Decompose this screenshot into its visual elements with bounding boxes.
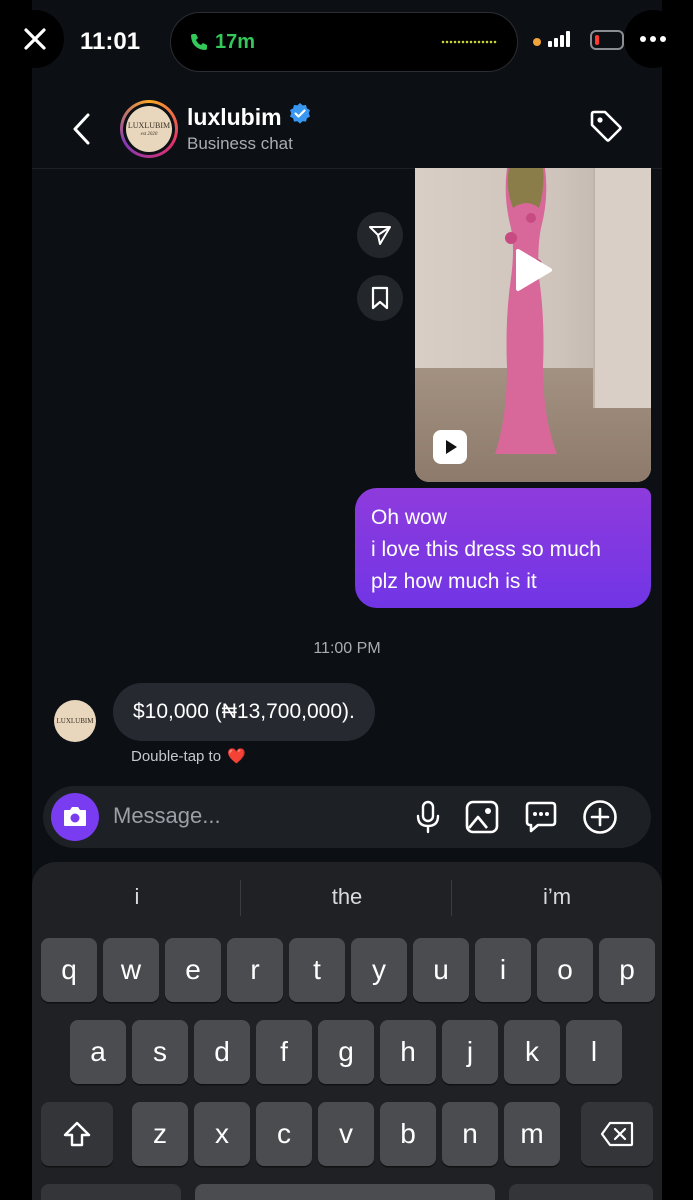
return-key[interactable] [509,1184,653,1200]
username[interactable]: luxlubim [187,102,312,132]
message-line: Oh wow [371,506,447,529]
key[interactable]: n [442,1102,498,1166]
backspace-key[interactable] [581,1102,653,1166]
dynamic-island[interactable]: 17m [170,12,518,72]
message-line: plz how much is it [371,570,537,593]
key[interactable]: g [318,1020,374,1084]
chat-type-label: Business chat [187,134,293,153]
chat-header: LUXLUBIM est 2020 luxlubim Business chat [32,78,662,169]
key[interactable]: e [165,938,221,1002]
key[interactable]: b [380,1102,436,1166]
key[interactable]: m [504,1102,560,1166]
battery-icon [590,30,624,50]
add-button[interactable] [581,798,619,836]
key[interactable]: c [256,1102,312,1166]
key[interactable]: r [227,938,283,1002]
signal-icon [548,31,570,47]
camera-button[interactable] [51,793,99,841]
suggestion[interactable]: the [242,884,452,910]
phone-icon [191,34,207,50]
share-button[interactable] [357,212,403,258]
keyboard: i the i’m q w e r t y u i o p a s d f g … [32,862,662,1200]
camera-icon [64,807,86,826]
message-composer [43,786,651,848]
key[interactable]: t [289,938,345,1002]
suggestion[interactable]: i [32,884,242,910]
sticker-button[interactable] [522,798,560,836]
microphone-button[interactable] [409,798,447,836]
more-icon [640,36,666,42]
key[interactable]: j [442,1020,498,1084]
key[interactable]: v [318,1102,374,1166]
key[interactable]: a [70,1020,126,1084]
avatar[interactable]: LUXLUBIM est 2020 [120,100,178,158]
status-time: 11:01 [80,28,141,55]
play-icon[interactable] [513,248,553,292]
call-duration: 17m [215,30,256,53]
message-text: $10,000 (₦13,700,000). [133,700,355,723]
message-timestamp: 11:00 PM [313,640,381,657]
key[interactable]: w [103,938,159,1002]
dress-image [495,168,557,454]
tag-icon[interactable] [588,108,624,144]
key[interactable]: k [504,1020,560,1084]
microphone-icon [416,800,440,834]
message-line: i love this dress so much [371,538,601,561]
incoming-message[interactable]: $10,000 (₦13,700,000). [113,683,375,741]
space-key[interactable] [195,1184,495,1200]
key[interactable]: u [413,938,469,1002]
plus-icon [583,800,617,834]
key[interactable]: y [351,938,407,1002]
message-input[interactable] [113,803,363,829]
key[interactable]: x [194,1102,250,1166]
key[interactable]: s [132,1020,188,1084]
verified-badge-icon [288,102,312,132]
numbers-key[interactable] [41,1184,181,1200]
chat-screen: LUXLUBIMest 2020 luxlubim Business chat [32,0,662,1200]
key[interactable]: l [566,1020,622,1084]
heart-icon: ❤️ [227,748,246,765]
outgoing-message[interactable]: Oh wow i love this dress so much plz how… [355,488,651,608]
close-icon [24,28,46,50]
backspace-icon [600,1121,634,1147]
back-icon[interactable] [70,112,94,146]
image-icon [465,800,499,834]
reel-icon [433,430,467,464]
gallery-button[interactable] [463,798,501,836]
key[interactable]: h [380,1020,436,1084]
key[interactable]: p [599,938,655,1002]
call-indicator[interactable]: 17m [179,21,265,63]
key[interactable]: i [475,938,531,1002]
shift-icon [63,1121,91,1147]
sender-avatar[interactable]: LUXLUBIM [54,700,96,742]
key[interactable]: f [256,1020,312,1084]
audio-waveform-icon [441,40,497,44]
send-icon [369,226,391,245]
shift-key[interactable] [41,1102,113,1166]
key[interactable]: z [132,1102,188,1166]
reaction-hint: Double-tap to ❤️ [131,747,246,766]
save-button[interactable] [357,275,403,321]
key[interactable]: d [194,1020,250,1084]
close-button[interactable] [6,10,64,68]
brand-logo: LUXLUBIM est 2020 [126,106,172,152]
chat-bubble-icon [525,801,557,833]
bookmark-icon [371,286,389,310]
mic-indicator-icon [533,38,541,46]
key[interactable]: q [41,938,97,1002]
suggestion[interactable]: i’m [452,884,662,910]
shared-reel[interactable] [415,168,651,482]
key[interactable]: o [537,938,593,1002]
more-button[interactable] [624,10,682,68]
username-label: luxlubim [187,103,282,130]
